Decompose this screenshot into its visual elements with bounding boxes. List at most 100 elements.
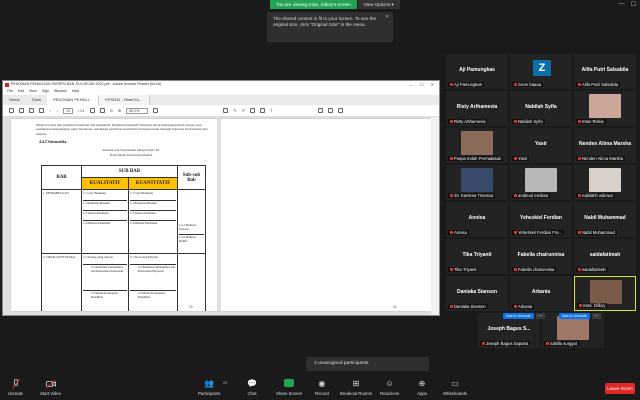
mail-icon[interactable] (29, 108, 34, 113)
breakout-rooms-button[interactable]: ⊞ Breakout Rooms (340, 379, 372, 396)
tab-home[interactable]: Home (3, 95, 26, 105)
participant-tile[interactable]: Risty Arthamevia Risty Arthamevia (446, 91, 508, 126)
participant-tile[interactable]: Tika Triyanti Tika Triyanti (446, 239, 508, 274)
tab-document-pedoman[interactable]: PEDOMAN PENULI... (47, 95, 100, 105)
participant-tile[interactable]: miss. Dilkoy (574, 276, 636, 311)
apps-button[interactable]: ⊕ Apps (417, 379, 427, 396)
menu-file[interactable]: File (7, 88, 13, 95)
participant-name: Nenden Alima Marsha (578, 141, 632, 147)
cell-bab-1: 1. PENDAHULUAN (41, 189, 82, 254)
participant-tile[interactable]: 20. Karisma Trisasna (446, 165, 508, 200)
participant-tile[interactable]: Nabilah Syifa Nabilah Syifa (510, 91, 572, 126)
save-icon[interactable] (9, 108, 14, 113)
participant-tile[interactable]: Fabella chairunnisa Fabella chairunnisa (510, 239, 572, 274)
more-options-icon[interactable]: … (536, 313, 545, 319)
participants-button[interactable]: 👥 Participants (198, 379, 220, 396)
participant-tile[interactable]: Daniaka Sianson Daniaka Sianson (446, 276, 508, 311)
tab-tools[interactable]: Tools (26, 95, 47, 105)
mic-muted-icon (450, 230, 453, 235)
prev-page-icon[interactable]: ↑ (49, 108, 51, 113)
mic-muted-icon (450, 156, 453, 161)
zoom-level[interactable]: 80,3% (126, 107, 149, 114)
maximize-icon[interactable]: ☐ (631, 1, 636, 8)
sign-icon[interactable] (260, 108, 266, 113)
right-tools-rail (431, 117, 439, 315)
participant-tile[interactable]: Alifa Putri Salsabila Alifa Putri Salsabi… (574, 54, 636, 89)
participant-label: andriuul melissa (512, 193, 551, 198)
menu-edit[interactable]: Edit (18, 88, 24, 95)
start-video-button[interactable]: Start Video (40, 379, 61, 396)
menu-help[interactable]: Help (72, 88, 79, 95)
search-icon[interactable] (39, 108, 44, 113)
participant-tile[interactable]: andriuul melissa (510, 165, 572, 200)
page-number-input[interactable]: 19 (63, 107, 73, 114)
unassigned-participants-notice[interactable]: 3 unassigned participants (306, 357, 429, 371)
share-banner: You are viewing miss. Dilkoy's screen Vi… (270, 0, 400, 9)
print-icon[interactable] (19, 108, 24, 113)
header-kuantitatif: KUANTITATIF (127, 177, 179, 190)
list-item: 2.3 Model Konseptual Penelitian (91, 291, 118, 299)
text-icon[interactable]: T (270, 108, 272, 113)
header-sub-bab: SUB BAB (81, 165, 178, 178)
participant-tile[interactable]: Zzoom baaaa (510, 54, 572, 89)
table-caption-line1: Struktur dan Sistematika Skripsi/Tesis T… (102, 148, 160, 152)
participant-label: nabilla surgyat (544, 341, 580, 346)
share-screen-button[interactable]: Share Screen (276, 379, 302, 396)
highlight-icon[interactable]: ✐ (242, 108, 245, 113)
participant-label: Arkania (512, 304, 535, 309)
zoom-in-icon[interactable]: ⊕ (118, 108, 121, 113)
whiteboards-label: Whiteboards (443, 391, 468, 396)
whiteboards-button[interactable]: ▭ Whiteboards (443, 379, 467, 396)
leave-room-button[interactable]: Leave Room (605, 383, 635, 394)
stamp-icon[interactable] (250, 108, 256, 113)
view-options-button[interactable]: View Options ▾ (357, 0, 400, 9)
list-item: 1.4.2 Manfaat Praktis (179, 235, 196, 243)
acrobat-window-controls[interactable]: — ☐ ✕ (409, 81, 437, 88)
share-doc-icon[interactable] (317, 108, 323, 113)
pen-icon[interactable]: ✎ (233, 108, 236, 113)
participant-tile[interactable]: nabilahh wibowo (574, 165, 636, 200)
participant-tile[interactable]: Annisa Annisa (446, 202, 508, 237)
meeting-controls-bar: Unmute Start Video 👥 Participants 23 💬 C… (0, 377, 640, 400)
participant-tile[interactable]: Puspa Indah Permatasari (446, 128, 508, 163)
tab-document-kpsi[interactable]: KPSI511 - Riset Ku... (99, 95, 150, 105)
participant-label: Nenden Alima Marsha (576, 156, 626, 161)
ask-to-unmute-button[interactable]: Ask to Unmute (503, 313, 534, 319)
participant-tile[interactable]: Yehezkiel Ferdian Yehezkiel Ferdian Fra..… (510, 202, 572, 237)
participant-tile[interactable]: Nabil Muhammad Nabil Muhammad (574, 202, 636, 237)
close-icon[interactable]: ✕ (385, 14, 389, 20)
menu-sign[interactable]: Sign (42, 88, 49, 95)
participant-label: nabilahh wibowo (576, 193, 615, 198)
hand-icon[interactable] (99, 108, 105, 113)
mic-muted-icon (514, 156, 517, 161)
chat-button[interactable]: 💬 Chat (247, 379, 257, 396)
participant-tile[interactable]: Yasir Yasir (510, 128, 572, 163)
select-icon[interactable] (89, 108, 95, 113)
participant-tile[interactable]: saidafatimah saidafatimah (574, 239, 636, 274)
lock-icon[interactable] (327, 108, 333, 113)
menu-view[interactable]: View (29, 88, 37, 95)
zoom-out-icon[interactable]: ⊖ (110, 108, 113, 113)
fit-icon[interactable] (153, 108, 159, 113)
reactions-icon: ☺ (385, 379, 394, 388)
menu-window[interactable]: Window (54, 88, 67, 95)
reactions-button[interactable]: ☺ Reactions (380, 379, 399, 396)
participant-label: Nabilah Syifa (512, 119, 545, 124)
more-options-icon[interactable]: … (592, 313, 601, 319)
unmute-button[interactable]: Unmute (8, 379, 23, 396)
chat-label: Chat (247, 391, 257, 396)
next-page-icon[interactable]: ↓ (56, 108, 58, 113)
participant-tile[interactable]: Intan Rizkie (574, 91, 636, 126)
record-button[interactable]: ◉ Record (315, 379, 329, 396)
minimize-icon[interactable]: — (619, 1, 625, 8)
help-icon[interactable] (337, 108, 343, 113)
participant-tile[interactable]: Nenden Alima Marsha Nenden Alima Marsha (574, 128, 636, 163)
participant-tile[interactable]: Arkania Arkania (510, 276, 572, 311)
mic-muted-icon (450, 267, 453, 272)
ask-to-unmute-button[interactable]: Ask to Unmute (559, 313, 590, 319)
comment-icon[interactable] (223, 108, 229, 113)
participant-tile[interactable]: Aji Pamungkas Aji Pamungkas (446, 54, 508, 89)
participant-label: Risty Arthamevia (448, 119, 488, 124)
participant-label: 20. Karisma Trisasna (448, 193, 496, 198)
participant-label: Yasir (512, 156, 530, 161)
